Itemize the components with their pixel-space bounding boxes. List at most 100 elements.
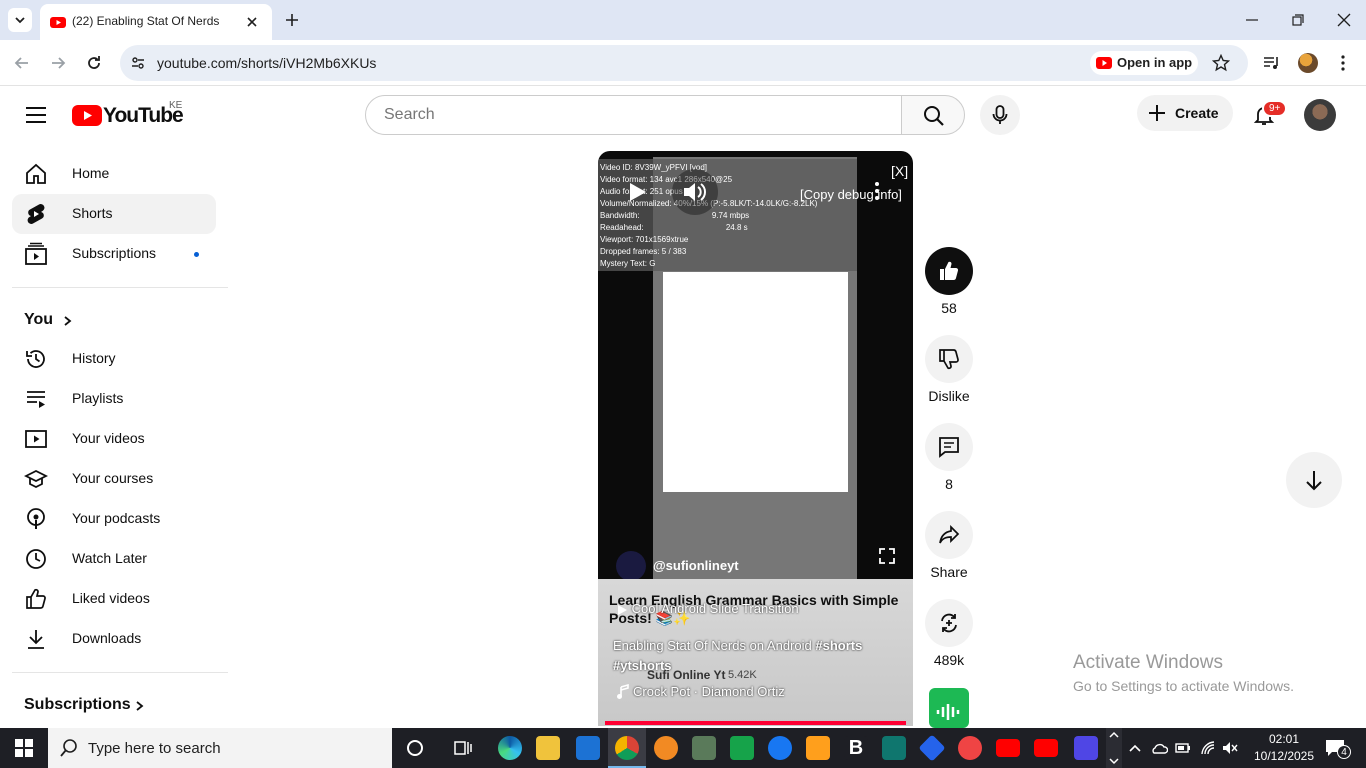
mail-icon[interactable] [576,736,600,760]
sidebar-item-label: Your podcasts [72,510,161,526]
notifications-button[interactable]: 9+ [1246,97,1288,133]
bookmark-star-icon[interactable] [1212,54,1230,72]
sidebar-item-liked-videos[interactable]: Liked videos [12,579,216,619]
subscriptions-section-header[interactable]: Subscriptions [24,696,144,714]
hashtag-link[interactable]: #shorts [815,638,862,653]
battery-icon[interactable] [1175,741,1191,755]
like-button[interactable] [925,247,973,295]
copy-debug-info-button[interactable]: [Copy debug info] [800,187,902,202]
search-input[interactable]: Search [365,95,902,135]
youtube-logo[interactable]: YouTube KE [72,100,184,129]
sidebar-item-your-podcasts[interactable]: Your podcasts [12,499,216,539]
browser-profile-avatar[interactable] [1298,53,1318,73]
jira-app-icon[interactable] [1074,736,1098,760]
eye-app-icon[interactable] [768,736,792,760]
sidebar-item-downloads[interactable]: Downloads [12,619,216,659]
onedrive-icon[interactable] [1150,740,1168,756]
search-button[interactable] [901,95,965,135]
taskbar-clock[interactable]: 02:01 10/12/2025 [1252,731,1316,765]
open-in-app-button[interactable]: Open in app [1090,51,1198,75]
sidebar-item-label: History [72,350,116,366]
taskbar-search-input[interactable]: Type here to search [48,728,392,768]
chrome-taskbar-active[interactable] [608,728,646,768]
channel-handle[interactable]: @sufionlineyt [653,558,739,573]
restore-icon[interactable] [1290,12,1306,28]
file-explorer-icon[interactable] [536,736,560,760]
sound-title[interactable]: Crock Pot · Diamond Ortiz [633,684,785,699]
activate-windows-watermark: Activate Windows Go to Settings to activ… [1073,652,1294,694]
close-debug-button[interactable]: [X] [891,163,908,179]
debug-line: Viewport: 701x1569xtrue [600,235,689,244]
sidebar-item-shorts[interactable]: Shorts [12,194,216,234]
address-bar[interactable]: youtube.com/shorts/iVH2Mb6XKUs Open in a… [120,45,1248,81]
volume-muted-icon[interactable] [1222,740,1238,756]
sidebar-item-watch-later[interactable]: Watch Later [12,539,216,579]
tab-search-button[interactable] [8,8,32,32]
hamburger-menu-icon[interactable] [24,103,48,127]
sidebar-item-playlists[interactable]: Playlists [12,379,216,419]
fullscreen-icon[interactable] [878,547,896,565]
sidebar-item-subscriptions[interactable]: Subscriptions [12,234,216,274]
fox-app-icon[interactable] [654,736,678,760]
browser-menu-icon[interactable] [1335,53,1351,73]
sound-thumbnail[interactable] [929,688,969,728]
sidebar-item-your-courses[interactable]: Your courses [12,459,216,499]
debug-line: Bandwidth: 9.74 mbps [600,210,855,222]
account-avatar[interactable] [1304,99,1336,131]
next-video-button[interactable] [1286,452,1342,508]
gift-app-icon[interactable] [806,736,830,760]
green-app-icon[interactable] [882,736,906,760]
sidebar-item-history[interactable]: History [12,339,216,379]
minimize-icon[interactable] [1244,12,1260,28]
browser-tab[interactable]: (22) Enabling Stat Of Nerds [40,4,272,40]
red-circle-app-icon[interactable] [958,736,982,760]
plus-icon [1149,105,1165,121]
voice-search-button[interactable] [980,95,1020,135]
chevron-right-icon [136,701,144,711]
create-button[interactable]: Create [1137,95,1233,131]
cortana-icon[interactable] [406,739,424,757]
youtube-app-icon[interactable] [1034,739,1058,757]
site-info-icon[interactable] [130,55,146,71]
shorts-video-player[interactable]: Video ID: 8V39W_yPFVI [vod] Video format… [598,151,913,726]
close-window-icon[interactable] [1336,12,1352,28]
sidebar-item-home[interactable]: Home [12,154,216,194]
close-tab-icon[interactable] [244,14,260,30]
channel-avatar[interactable] [616,551,646,581]
clock-date: 10/12/2025 [1253,749,1315,763]
reload-icon[interactable] [84,53,104,73]
back-icon[interactable] [12,53,32,73]
new-tab-icon[interactable] [284,12,300,28]
action-center-button[interactable]: 4 [1324,738,1351,759]
stats-for-nerds-panel: Video ID: 8V39W_yPFVI [vod] Video format… [598,159,857,271]
stripes-app-icon[interactable] [730,736,754,760]
show-hidden-icons-icon[interactable] [1128,741,1142,755]
more-options-icon[interactable] [872,181,882,201]
taskbar-scroll[interactable] [1106,728,1122,768]
wifi-icon[interactable] [1200,740,1216,756]
b-app-icon[interactable]: B [844,736,868,760]
share-button[interactable] [925,511,973,559]
remix-button[interactable] [925,599,973,647]
media-control-icon[interactable] [1262,54,1280,72]
sidebar-item-label: Subscriptions [72,245,157,261]
youtube-app-icon[interactable] [996,739,1020,757]
chevron-right-icon [64,316,72,326]
tab-title: (22) Enabling Stat Of Nerds [72,14,220,28]
edge-icon[interactable] [498,736,522,760]
debug-line: Video ID: 8V39W_yPFVI [vod] [600,163,708,172]
you-section-header[interactable]: You [24,311,72,329]
comments-button[interactable] [925,423,973,471]
play-icon[interactable] [626,181,648,203]
forward-icon[interactable] [48,53,68,73]
windows-start-icon[interactable] [15,739,33,757]
blue-diamond-app-icon[interactable] [918,734,946,762]
task-view-icon[interactable] [454,739,472,757]
dislike-button[interactable] [925,335,973,383]
video-progress-bar[interactable] [605,721,906,725]
microphone-icon [992,105,1008,124]
browser-toolbar: youtube.com/shorts/iVH2Mb6XKUs Open in a… [0,40,1366,86]
puzzle-app-icon[interactable] [692,736,716,760]
volume-button[interactable] [672,169,718,215]
sidebar-item-your-videos[interactable]: Your videos [12,419,216,459]
